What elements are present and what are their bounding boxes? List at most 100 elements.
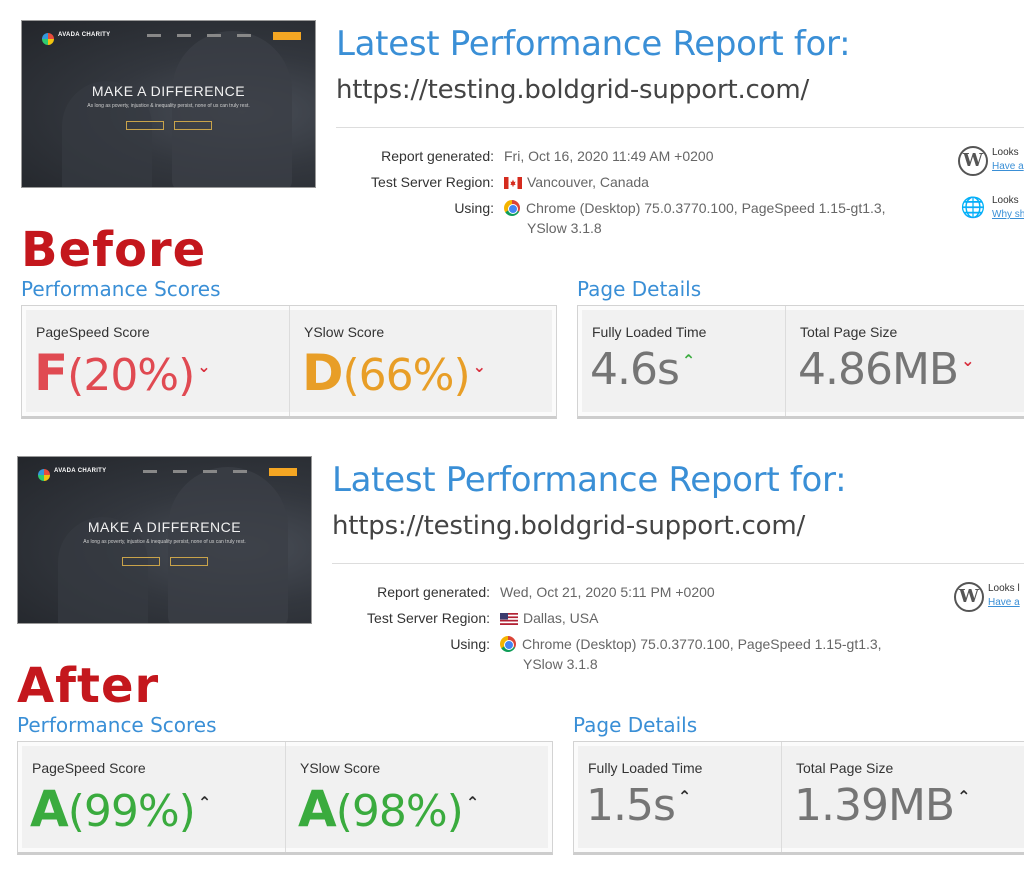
page-details-card: Fully Loaded Time 1.5s ⌃ Total Page Size … — [573, 741, 1024, 855]
pagespeed-grade: F — [34, 344, 68, 402]
test-region-text: Dallas, USA — [523, 610, 599, 626]
test-region-text: Vancouver, Canada — [527, 174, 649, 190]
site-screenshot-thumbnail[interactable]: AVADA CHARITY MAKE A DIFFERENCE As long … — [21, 20, 316, 188]
stage-label: Before — [21, 222, 207, 278]
site-screenshot-thumbnail[interactable]: AVADA CHARITY MAKE A DIFFERENCE As long … — [17, 456, 312, 624]
page-details-heading: Page Details — [573, 713, 698, 737]
wordpress-notice: Looks Have a — [992, 146, 1024, 174]
pagespeed-score-value: A(99%) ⌃ — [30, 780, 211, 838]
total-size-cell[interactable]: Total Page Size 4.86MB ⌄ — [785, 306, 1024, 416]
using-label: Using: — [450, 636, 490, 652]
report-url[interactable]: https://testing.boldgrid-support.com/ — [332, 511, 805, 541]
total-size-amount: 4.86MB — [798, 344, 959, 395]
site-hero-subtitle: As long as poverty, injustice & inequali… — [83, 539, 246, 545]
yslow-score-label: YSlow Score — [300, 760, 381, 776]
chrome-icon — [500, 636, 516, 652]
fully-loaded-cell[interactable]: Fully Loaded Time 1.5s ⌃ — [574, 742, 781, 852]
report-generated-label: Report generated: — [377, 584, 490, 600]
yslow-score-cell[interactable]: YSlow Score A(98%) ⌃ — [285, 742, 553, 852]
region-notice-text: Looks — [992, 195, 1019, 206]
yslow-percent: (66%) — [342, 350, 471, 401]
chevron-up-icon: ⌃ — [957, 787, 970, 806]
after-report-panel: AVADA CHARITY MAKE A DIFFERENCE As long … — [0, 436, 1024, 869]
total-size-value: 1.39MB ⌃ — [794, 780, 971, 831]
yslow-percent: (98%) — [335, 786, 464, 837]
using-line1: Chrome (Desktop) 75.0.3770.100, PageSpee… — [522, 636, 882, 652]
wordpress-notice: Looks l Have a — [988, 582, 1020, 610]
header-divider — [336, 127, 1024, 128]
fully-loaded-value: 4.6s ⌃ — [590, 344, 695, 395]
header-divider — [332, 563, 1024, 564]
performance-scores-heading: Performance Scores — [17, 713, 217, 737]
report-generated-label: Report generated: — [381, 148, 494, 164]
pagespeed-percent: (99%) — [67, 786, 196, 837]
pagespeed-score-cell[interactable]: PageSpeed Score A(99%) ⌃ — [18, 742, 285, 852]
wordpress-notice-text: Looks l — [988, 583, 1020, 594]
chevron-up-icon: ⌃ — [465, 793, 479, 812]
performance-scores-card: PageSpeed Score A(99%) ⌃ YSlow Score A(98… — [17, 741, 553, 855]
site-brand: AVADA CHARITY — [58, 32, 111, 38]
wordpress-icon[interactable]: W — [958, 146, 988, 176]
page-details-heading: Page Details — [577, 277, 702, 301]
fully-loaded-time: 4.6s — [590, 344, 680, 395]
total-size-cell[interactable]: Total Page Size 1.39MB ⌃ — [781, 742, 1024, 852]
using-label: Using: — [454, 200, 494, 216]
chevron-down-icon: ⌄ — [472, 357, 486, 376]
test-region-value: Dallas, USA — [500, 610, 598, 626]
using-line1: Chrome (Desktop) 75.0.3770.100, PageSpee… — [526, 200, 886, 216]
report-generated-value: Fri, Oct 16, 2020 11:49 AM +0200 — [504, 148, 714, 164]
total-size-amount: 1.39MB — [794, 780, 955, 831]
yslow-score-cell[interactable]: YSlow Score D(66%) ⌄ — [289, 306, 557, 416]
total-size-label: Total Page Size — [796, 760, 894, 776]
wordpress-notice-link[interactable]: Have a — [988, 596, 1020, 610]
site-hero-subtitle: As long as poverty, injustice & inequali… — [87, 103, 250, 109]
chevron-down-icon: ⌄ — [961, 351, 974, 370]
yslow-score-label: YSlow Score — [304, 324, 385, 340]
fully-loaded-value: 1.5s ⌃ — [586, 780, 691, 831]
using-line2: YSlow 3.1.8 — [527, 220, 602, 236]
using-value: Chrome (Desktop) 75.0.3770.100, PageSpee… — [500, 636, 882, 652]
fully-loaded-label: Fully Loaded Time — [588, 760, 703, 776]
stage-label: After — [17, 658, 160, 714]
site-logo-icon — [42, 33, 54, 45]
pagespeed-score-label: PageSpeed Score — [32, 760, 146, 776]
fully-loaded-label: Fully Loaded Time — [592, 324, 707, 340]
site-hero-title: MAKE A DIFFERENCE — [91, 83, 246, 99]
report-generated-value: Wed, Oct 21, 2020 5:11 PM +0200 — [500, 584, 715, 600]
chevron-down-icon: ⌄ — [197, 357, 210, 376]
test-region-label: Test Server Region: — [367, 610, 490, 626]
page-details-card: Fully Loaded Time 4.6s ⌃ Total Page Size … — [577, 305, 1024, 419]
yslow-grade: A — [298, 780, 337, 838]
report-title: Latest Performance Report for: — [336, 24, 851, 64]
site-brand: AVADA CHARITY — [54, 468, 107, 474]
using-line2: YSlow 3.1.8 — [523, 656, 598, 672]
pagespeed-score-cell[interactable]: PageSpeed Score F(20%) ⌄ — [22, 306, 289, 416]
test-region-label: Test Server Region: — [371, 174, 494, 190]
region-notice-link[interactable]: Why sh — [992, 208, 1024, 222]
pagespeed-grade: A — [30, 780, 69, 838]
wordpress-notice-link[interactable]: Have a — [992, 160, 1024, 174]
wordpress-notice-text: Looks — [992, 147, 1019, 158]
total-size-value: 4.86MB ⌄ — [798, 344, 975, 395]
yslow-score-value: D(66%) ⌄ — [302, 344, 486, 402]
report-url[interactable]: https://testing.boldgrid-support.com/ — [336, 75, 809, 105]
pagespeed-score-label: PageSpeed Score — [36, 324, 150, 340]
site-hero-title: MAKE A DIFFERENCE — [87, 519, 242, 535]
fully-loaded-time: 1.5s — [586, 780, 676, 831]
chevron-up-icon: ⌃ — [197, 793, 211, 812]
site-donate-button — [273, 32, 301, 40]
wordpress-icon[interactable]: W — [954, 582, 984, 612]
pagespeed-percent: (20%) — [67, 350, 195, 401]
globe-icon[interactable]: 🌐 — [958, 192, 988, 222]
chevron-up-icon: ⌃ — [677, 787, 691, 806]
pagespeed-score-value: F(20%) ⌄ — [34, 344, 211, 402]
test-region-value: Vancouver, Canada — [504, 174, 649, 190]
canada-flag-icon — [504, 177, 522, 189]
performance-scores-heading: Performance Scores — [21, 277, 221, 301]
yslow-grade: D — [302, 344, 344, 402]
chrome-icon — [504, 200, 520, 216]
site-donate-button — [269, 468, 297, 476]
performance-scores-card: PageSpeed Score F(20%) ⌄ YSlow Score D(66… — [21, 305, 557, 419]
fully-loaded-cell[interactable]: Fully Loaded Time 4.6s ⌃ — [578, 306, 785, 416]
before-report-panel: AVADA CHARITY MAKE A DIFFERENCE As long … — [0, 0, 1024, 435]
